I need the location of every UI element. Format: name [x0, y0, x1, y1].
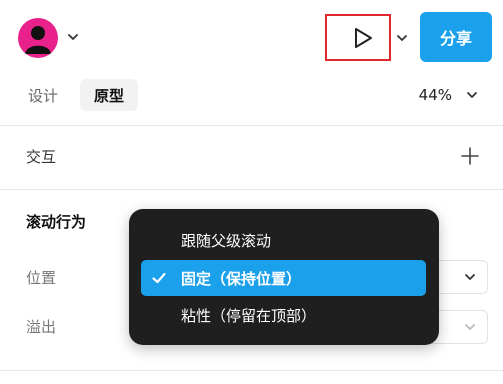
chevron-down-icon: [465, 324, 475, 330]
preview-options-chevron-icon[interactable]: [396, 32, 408, 44]
chevron-down-icon: [465, 274, 475, 280]
checkmark-icon: [152, 272, 166, 284]
tab-prototype[interactable]: 原型: [80, 79, 138, 111]
menu-item-follow-parent[interactable]: 跟随父级滚动: [141, 222, 426, 258]
overflow-label: 溢出: [26, 318, 57, 336]
share-button[interactable]: 分享: [420, 12, 492, 62]
divider: [0, 189, 503, 190]
avatar[interactable]: [18, 18, 58, 58]
play-icon[interactable]: [352, 26, 374, 50]
chevron-down-icon[interactable]: [66, 30, 80, 44]
zoom-chevron-down-icon[interactable]: [466, 89, 478, 101]
scroll-behavior-title: 滚动行为: [26, 213, 87, 231]
menu-item-fixed[interactable]: 固定（保持位置）: [141, 260, 426, 296]
zoom-level[interactable]: 44%: [400, 79, 452, 111]
tab-design[interactable]: 设计: [20, 79, 66, 111]
position-label: 位置: [26, 269, 57, 287]
interaction-section-title: 交互: [26, 148, 57, 166]
divider: [0, 370, 503, 371]
divider: [0, 125, 503, 126]
user-avatar-icon: [25, 26, 51, 54]
menu-item-sticky[interactable]: 粘性（停留在顶部）: [141, 297, 426, 333]
plus-icon[interactable]: [460, 146, 480, 166]
